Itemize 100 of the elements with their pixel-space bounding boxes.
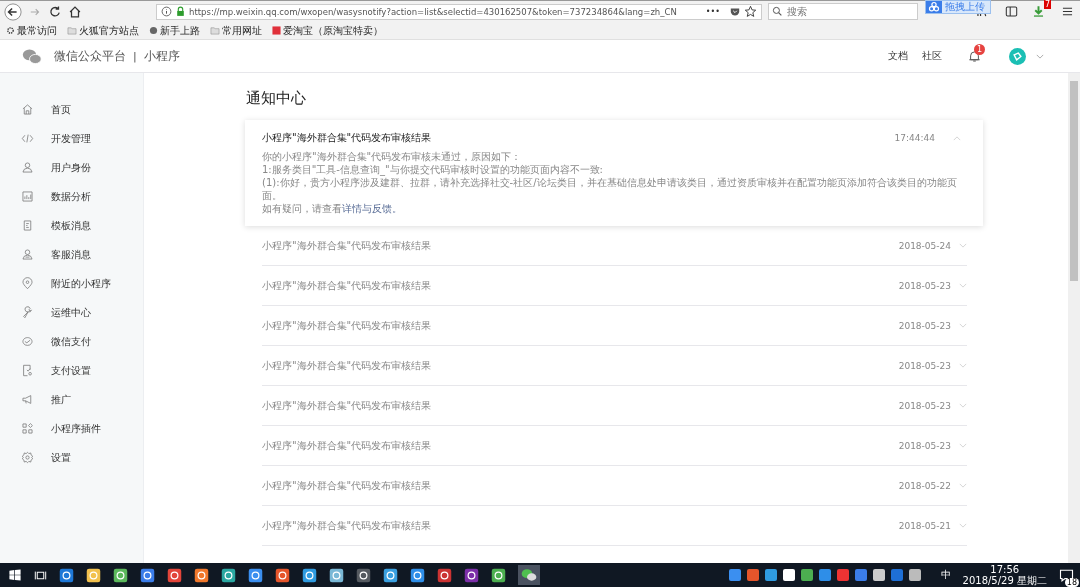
notification-row[interactable]: 小程序"海外群合集"代码发布审核结果 2018-05-24	[262, 226, 967, 266]
cloud-icon	[926, 1, 942, 13]
notification-badge: 1	[974, 43, 985, 55]
notification-time: 2018-05-23	[898, 280, 951, 291]
notification-time: 2018-05-23	[898, 360, 951, 371]
app-icon[interactable]	[329, 567, 344, 583]
notification-row[interactable]: 小程序"海外群合集"代码发布审核结果 2018-05-23	[262, 306, 967, 346]
app-icon[interactable]	[167, 567, 182, 583]
chat-logo-icon	[22, 47, 42, 65]
app-icon[interactable]	[194, 567, 209, 583]
bookmark-item[interactable]: 爱淘宝（原淘宝特卖）	[283, 23, 383, 38]
download-icon[interactable]	[1032, 5, 1045, 18]
app-icon[interactable]	[491, 567, 506, 583]
user-icon	[21, 161, 34, 174]
shop-icon	[272, 26, 281, 35]
notification-time: 2018-05-23	[898, 400, 951, 411]
bookmark-item[interactable]: 新手上路	[160, 23, 200, 38]
notification-title: 小程序"海外群合集"代码发布审核结果	[262, 318, 433, 333]
app-icon[interactable]	[113, 567, 128, 583]
header-link[interactable]: 文档	[888, 49, 908, 63]
app-icon[interactable]	[464, 567, 479, 583]
header-link[interactable]: 社区	[922, 49, 942, 63]
sidebar-item[interactable]: 小程序插件	[0, 414, 143, 443]
document-icon	[21, 219, 34, 232]
notification-card[interactable]: 小程序"海外群合集"代码发布审核结果 17:44:44 你的小程序"海外群合集"代码发布审核未通过，原因如下： 1:服务类目"工具-信息查询_"与你提交代码审核时设置的功能页面内容不一致: (1):你好，贵方小程序涉及建群、拉群，请补充选择社交-社区/论坛类目，并在基础信息处申请该类目，通过资质审核并在配置功能页添加符合该类目的功能页面。 如有疑问，请查看详情与反馈。	[245, 120, 983, 226]
info-icon	[161, 6, 172, 17]
separator: |	[133, 49, 137, 63]
bookmark-item[interactable]: 火狐官方站点	[79, 23, 139, 38]
notification-title: 小程序"海外群合集"代码发布审核结果	[262, 398, 433, 413]
page-title: 通知中心	[246, 89, 307, 108]
notification-text: 如有疑问，请查看详情与反馈。	[262, 202, 403, 215]
sidebar-item[interactable]: 数据分析	[0, 182, 143, 211]
sidebar-item[interactable]: 附近的小程序	[0, 269, 143, 298]
sidebar-item[interactable]: 模板消息	[0, 211, 143, 240]
sidebar-item[interactable]: 支付设置	[0, 356, 143, 385]
sidebar-item[interactable]: 设置	[0, 443, 143, 472]
input-method-indicator[interactable]: 中	[940, 568, 951, 582]
notification-title: 小程序"海外群合集"代码发布审核结果	[262, 478, 433, 493]
app-icon[interactable]	[410, 567, 425, 583]
settings-icon	[21, 451, 34, 464]
star-icon[interactable]	[744, 5, 757, 18]
folder-icon	[210, 26, 220, 35]
app-icon[interactable]	[248, 567, 263, 583]
app-icon[interactable]	[86, 567, 101, 583]
sidebar-item[interactable]: 推广	[0, 385, 143, 414]
app-icon[interactable]	[221, 567, 236, 583]
bookmark-item[interactable]: 最常访问	[17, 23, 57, 38]
user-icon	[21, 248, 34, 261]
app-icon[interactable]	[383, 567, 398, 583]
reload-icon[interactable]	[48, 4, 62, 19]
pocket-icon[interactable]	[729, 5, 741, 18]
download-badge: 7	[1043, 0, 1051, 9]
notification-row[interactable]: 小程序"海外群合集"代码发布审核结果 2018-05-23	[262, 346, 967, 386]
folder-icon	[67, 26, 77, 35]
notification-row[interactable]: 小程序"海外群合集"代码发布审核结果 2018-05-23	[262, 426, 967, 466]
app-icon[interactable]	[59, 567, 74, 583]
app-icon[interactable]	[356, 567, 371, 583]
notification-row[interactable]: 小程序"海外群合集"代码发布审核结果 2018-05-22	[262, 466, 967, 506]
back-icon[interactable]	[4, 2, 22, 21]
chat-app-icon[interactable]	[518, 565, 540, 585]
notification-count: 18	[1064, 577, 1079, 587]
address-bar[interactable]: https://mp.weixin.qq.com/wxopen/wasysnotify?action=list&selectid=430162507&token=737234864&lang=zh_CN •••	[156, 3, 762, 20]
app-icon[interactable]	[437, 567, 452, 583]
wrench-icon	[21, 306, 34, 319]
app-icon[interactable]	[302, 567, 317, 583]
home-icon	[21, 103, 34, 116]
clock[interactable]: 17:56 2018/5/29 星期二	[962, 564, 1047, 586]
megaphone-icon	[21, 393, 34, 406]
more-button[interactable]: •••	[705, 7, 720, 16]
bookmark-item[interactable]: 常用网址	[222, 23, 262, 38]
search-field[interactable]: 搜索	[768, 3, 918, 20]
sidebar-item[interactable]: 首页	[0, 95, 143, 124]
lock-icon	[175, 6, 186, 17]
menu-icon[interactable]	[1061, 5, 1074, 18]
scrollbar[interactable]	[1068, 73, 1080, 563]
sidebar-item[interactable]: 用户身份	[0, 153, 143, 182]
notification-title: 小程序"海外群合集"代码发布审核结果	[262, 131, 433, 145]
notification-text: (1):你好，贵方小程序涉及建群、拉群，请补充选择社交-社区/论坛类目，并在基础信息处申请该类目，通过资质审核并在配置功能页添加符合该类目的功能页面。	[262, 176, 958, 202]
notification-row[interactable]: 小程序"海外群合集"代码发布审核结果 2018-05-23	[262, 266, 967, 306]
home-icon[interactable]	[68, 4, 82, 19]
notification-time: 2018-05-22	[898, 480, 951, 491]
notification-time: 2018-05-24	[898, 240, 951, 251]
sidebar-item[interactable]: 运维中心	[0, 298, 143, 327]
sidebar-icon[interactable]	[1005, 5, 1018, 18]
sidebar-item[interactable]: 开发管理	[0, 124, 143, 153]
notification-text: 1:服务类目"工具-信息查询_"与你提交代码审核时设置的功能页面内容不一致:	[262, 163, 604, 176]
phone-check-icon	[21, 364, 34, 377]
brand-name[interactable]: 微信公众平台	[54, 47, 126, 65]
sidebar-item[interactable]: 微信支付	[0, 327, 143, 356]
sidebar-item[interactable]: 客服消息	[0, 240, 143, 269]
start-icon[interactable]	[8, 568, 22, 582]
app-icon[interactable]	[275, 567, 290, 583]
notification-text: 你的小程序"海外群合集"代码发布审核未通过，原因如下：	[262, 150, 523, 163]
globe-icon	[149, 26, 158, 35]
app-icon[interactable]	[140, 567, 155, 583]
notification-title: 小程序"海外群合集"代码发布审核结果	[262, 518, 433, 533]
notification-row[interactable]: 小程序"海外群合集"代码发布审核结果 2018-05-21	[262, 506, 967, 546]
notification-row[interactable]: 小程序"海外群合集"代码发布审核结果 2018-05-23	[262, 386, 967, 426]
details-link[interactable]: 详情与反馈。	[342, 203, 402, 214]
code-icon	[21, 132, 34, 145]
